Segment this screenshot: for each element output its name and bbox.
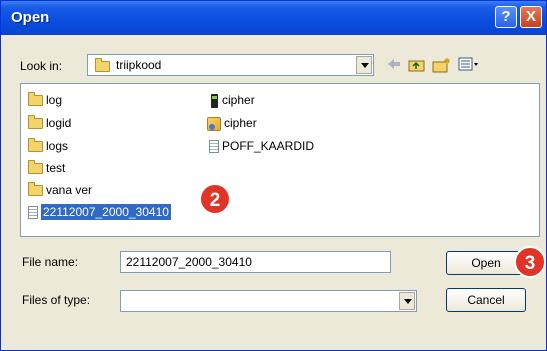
- folder-icon: [28, 182, 43, 197]
- list-item-folder-logid[interactable]: logid: [28, 115, 71, 132]
- up-folder-icon[interactable]: [408, 57, 426, 72]
- look-in-label: Look in:: [20, 59, 63, 73]
- executable-icon: [207, 93, 219, 108]
- files-of-type-label: Files of type:: [22, 293, 91, 307]
- views-menu-icon[interactable]: [458, 57, 480, 71]
- open-dialog: Open ? X Look in: triipkood log logid lo…: [0, 0, 547, 351]
- folder-icon: [28, 160, 43, 175]
- list-item-cipher-exe[interactable]: cipher: [207, 92, 255, 109]
- look-in-value: triipkood: [116, 58, 162, 72]
- chevron-down-icon[interactable]: [399, 292, 415, 310]
- list-item-folder-vana-ver[interactable]: vana ver: [28, 182, 92, 199]
- list-item-folder-logs[interactable]: logs: [28, 138, 68, 155]
- list-item-selected-file[interactable]: 22112007_2000_30410: [28, 203, 172, 221]
- document-icon: [28, 206, 38, 220]
- step-2-badge: 2: [199, 183, 231, 215]
- file-name-label: File name:: [22, 255, 79, 269]
- folder-icon: [28, 138, 43, 153]
- back-arrow-icon[interactable]: [386, 57, 402, 71]
- cancel-button[interactable]: Cancel: [446, 288, 526, 312]
- close-button[interactable]: X: [520, 6, 542, 28]
- chevron-down-icon[interactable]: [356, 56, 372, 74]
- look-in-dropdown[interactable]: triipkood: [87, 54, 374, 76]
- list-item-poff-kaardid[interactable]: POFF_KAARDID: [209, 138, 314, 155]
- file-name-input[interactable]: 22112007_2000_30410: [120, 251, 391, 273]
- help-button[interactable]: ?: [495, 6, 517, 28]
- folder-icon: [28, 92, 43, 107]
- dialog-title: Open: [11, 9, 50, 26]
- list-item-folder-log[interactable]: log: [28, 92, 62, 109]
- step-3-badge: 3: [514, 246, 546, 278]
- new-folder-icon[interactable]: [432, 57, 452, 73]
- document-icon: [209, 140, 219, 154]
- list-item-cipher-shortcut[interactable]: cipher: [207, 115, 257, 132]
- file-list[interactable]: log logid logs test vana ver 22112007_20…: [20, 83, 540, 237]
- list-item-folder-test[interactable]: test: [28, 160, 65, 177]
- files-of-type-dropdown[interactable]: [120, 290, 417, 312]
- folder-icon: [95, 58, 110, 72]
- title-bar[interactable]: Open ? X: [1, 1, 546, 35]
- folder-icon: [28, 115, 43, 130]
- shortcut-icon: [207, 116, 221, 131]
